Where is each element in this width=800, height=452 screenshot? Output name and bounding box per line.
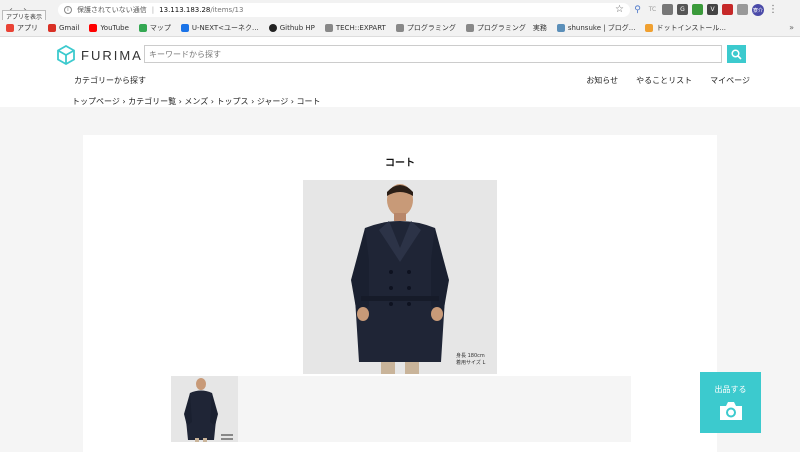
info-icon[interactable]: i [64,6,72,14]
camera-icon [719,402,742,420]
url-path: /items/13 [210,6,244,14]
search-input[interactable] [144,45,722,63]
bookmark-star-icon[interactable]: ☆ [615,4,624,15]
g-extension-icon[interactable]: G [677,4,688,15]
bookmark-label: Gmail [59,24,80,32]
bookmark-label: TECH::EXPART [335,24,386,32]
cube-logo-icon [57,45,75,65]
todo-list-link[interactable]: やることリスト [636,75,692,86]
box-extension-icon[interactable] [737,4,748,15]
github-icon [268,24,277,32]
bookmark-github[interactable]: Github HP [268,24,315,32]
furima-logo[interactable]: FURIMA [56,45,143,65]
maps-icon [138,24,147,32]
bookmark-youtube[interactable]: YouTube [89,24,129,32]
address-bar[interactable]: i 保護されていない通信 | 13.113.183.28/items/13 ☆ [58,3,630,17]
folder-icon [324,24,333,32]
item-detail-card: コート 身長 180cm 着用サイズ L [83,135,717,452]
bookmark-tech-expart[interactable]: TECH::EXPART [324,24,386,32]
image-extension-icon[interactable] [662,4,673,15]
search-button[interactable] [727,45,746,63]
security-label: 保護されていない通信 [77,6,147,14]
v-extension-icon[interactable]: V [707,4,718,15]
bookmark-gmail[interactable]: Gmail [48,24,79,32]
sell-button[interactable]: 出品する [700,372,761,433]
leaf-extension-icon[interactable] [692,4,703,15]
dotinstall-icon [645,24,654,32]
header-nav: お知らせ やることリスト マイページ [586,75,750,86]
url-separator: | [151,6,155,14]
bookmark-label: プログラミング 実務 [476,24,547,32]
bookmark-label: U-NEXT<ユーネク... [191,24,259,32]
category-link[interactable]: カテゴリーから探す [74,75,146,86]
logo-text: FURIMA [81,47,143,63]
bookmark-programming-work[interactable]: プログラミング 実務 [465,23,547,33]
bookmark-shunsuke-blog[interactable]: shunsuke | ブログ... [556,23,636,33]
folder-icon [465,24,474,32]
bookmark-label: マップ [149,24,171,32]
red-extension-icon[interactable] [722,4,733,15]
site-header: FURIMA カテゴリーから探す お知らせ やることリスト マイページ トップペ… [0,37,800,107]
bookmark-label: プログラミング [406,24,456,32]
search-icon [731,48,742,60]
item-thumbnail[interactable] [171,376,238,442]
unext-icon [180,24,189,32]
folder-icon [395,24,404,32]
bookmark-label: アプリ [17,24,38,32]
bookmark-apps[interactable]: アプリ [6,23,38,33]
profile-avatar[interactable]: 寮介 [752,4,764,16]
blog-icon [556,24,565,32]
gmail-icon [48,24,56,32]
notifications-link[interactable]: お知らせ [586,75,618,86]
youtube-icon [89,24,98,32]
more-menu-icon[interactable]: ⋮ [768,4,778,16]
bookmark-label: Github HP [279,24,315,32]
image-caption-line2: 着用サイズ L [456,359,485,366]
tc-extension-icon[interactable]: TC [647,4,658,15]
thumbnail-strip [171,376,631,442]
item-main-image: 身長 180cm 着用サイズ L [303,180,497,374]
mypage-link[interactable]: マイページ [710,75,750,86]
bookmark-dotinstall[interactable]: ドットインストール... [645,23,726,33]
sell-button-label: 出品する [714,385,747,394]
breadcrumb: トップページ › カテゴリー覧 › メンズ › トップス › ジャージ › コー… [72,97,321,106]
more-bookmarks-icon[interactable]: » [789,23,794,32]
bookmark-label: ドットインストール... [656,24,727,32]
bookmarks-bar: アプリ Gmail YouTube マップ U-NEXT<ユーネク... Git… [0,20,800,37]
url-host: 13.113.183.28 [159,6,211,14]
coat-photo: 身長 180cm 着用サイズ L [303,180,497,374]
item-title: コート [385,158,415,169]
bookmark-programming[interactable]: プログラミング [395,23,456,33]
bookmark-label: YouTube [100,24,129,32]
bookmark-label: shunsuke | ブログ... [567,24,636,32]
image-caption-line1: 身長 180cm [456,352,485,359]
coat-thumbnail-photo [171,376,238,442]
bookmark-maps[interactable]: マップ [138,23,171,33]
apps-grid-icon [6,24,14,32]
bookmark-unext[interactable]: U-NEXT<ユーネク... [180,23,259,33]
browser-toolbar: ‹ › ↻ i 保護されていない通信 | 13.113.183.28/items… [0,0,800,20]
extension-icons: ⚲ TC G V 寮介 ⋮ [632,4,778,16]
search-extension-icon[interactable]: ⚲ [632,4,643,15]
